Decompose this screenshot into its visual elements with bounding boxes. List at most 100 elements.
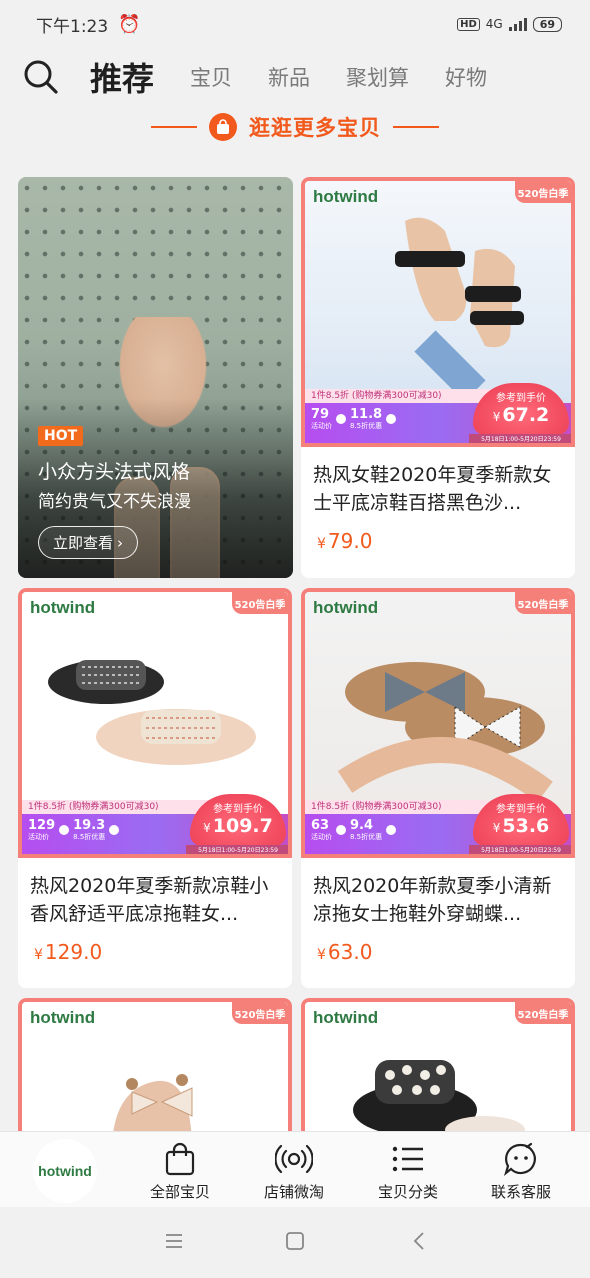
promo-date: 5月18日1:00-5月20日23:59 [186,845,288,854]
brand-logo: hotwind [313,1008,379,1027]
promo-tag: 520告白季 [515,181,571,203]
product-image: hotwind 520告白季 1件8.5折 (购物券满300可减30) 129 活… [18,588,292,858]
tab-bar: 推荐 宝贝 新品 聚划算 好物 [90,54,523,100]
tab-items[interactable]: 宝贝 [190,62,232,92]
list-icon [358,1140,458,1178]
brand-logo: hotwind [313,187,379,206]
promo-price-a: 79 [311,407,330,422]
hero-card[interactable]: HOT 小众方头法式风格 简约贵气又不失浪漫 立即查看 › [18,177,293,578]
product-card[interactable]: hotwind 520告白季 [301,998,575,1138]
banner-text: 逛逛更多宝贝 [249,116,381,140]
ref-price-bubble: 参考到手价 ¥53.6 5月18日1:00-5月20日23:59 [469,794,571,854]
product-title: 热风2020年新款夏季小清新凉拖女士拖鞋外穿蝴蝶... [313,875,552,925]
chevron-right-icon: › [117,533,124,552]
promo-label-a: 活动价 [311,422,332,430]
promo-tag: 520告白季 [232,592,288,614]
promo-date: 5月18日1:00-5月20日23:59 [469,434,571,443]
product-title: 热风2020年夏季新款凉鞋小香风舒适平底凉拖鞋女... [30,875,269,925]
tab-recommend[interactable]: 推荐 [90,54,154,100]
nav-shop-feed[interactable]: 店铺微淘 [244,1140,344,1202]
nav-label: 宝贝分类 [377,1183,438,1201]
divider-left [151,126,197,128]
view-now-button[interactable]: 立即查看 › [38,526,139,559]
status-time: 下午1:23 [36,16,109,37]
promo-tag: 520告白季 [515,1002,571,1024]
sandal-illustration [395,217,524,391]
product-card[interactable]: hotwind 520告白季 [18,998,292,1138]
menu-icon[interactable] [164,1231,184,1255]
equals-icon [109,824,120,835]
tab-new[interactable]: 新品 [268,62,310,92]
nav-label: 店铺微淘 [263,1183,324,1201]
promo-label-a: 活动价 [311,833,332,841]
product-image: hotwind 520告白季 [301,998,575,1138]
promo-price-b: 9.4 [350,818,374,833]
more-items-banner[interactable]: 逛逛更多宝贝 [0,110,590,144]
status-right: HD 4G 69 [457,16,562,32]
promo-price-a: 63 [311,818,330,833]
promo-note: 1件8.5折 (购物券满300可减30) [305,389,497,403]
shopping-bag-icon [130,1140,230,1178]
promo-note: 1件8.5折 (购物券满300可减30) [305,800,497,814]
hero-subtitle: 简约贵气又不失浪漫 [38,492,191,512]
shop-bottom-nav: hotwind 全部宝贝 店铺微淘 宝贝分类 联系客服 [0,1131,590,1207]
product-image: hotwind 520告白季 1件8.5折 (购物券满300可减30) 63 活动… [301,588,575,858]
minus-icon [336,413,346,424]
tab-good-items[interactable]: 好物 [445,62,487,92]
equals-icon [386,824,397,835]
ref-price-label: 参考到手价 [496,804,546,815]
product-image: hotwind 520告白季 1件8.5折 (购物券满300可减30) 79 活动… [301,177,575,447]
ref-price-value: 53.6 [502,815,550,837]
product-title: 热风女鞋2020年夏季新款女士平底凉鞋百搭黑色沙... [313,464,552,514]
slipper-illustration [48,660,256,765]
nav-label: 联系客服 [490,1183,551,1201]
ref-price-value: 67.2 [502,404,550,426]
ref-price-bubble: 参考到手价 ¥67.2 5月18日1:00-5月20日23:59 [469,383,571,443]
shopping-bag-icon [209,113,237,141]
equals-icon [386,413,397,424]
search-icon[interactable] [22,58,60,96]
nav-all-items[interactable]: 全部宝贝 [130,1140,230,1202]
minus-icon [336,824,346,835]
battery-icon: 69 [532,16,562,32]
promo-note: 1件8.5折 (购物券满300可减30) [22,800,214,814]
promo-label-b: 8.5折优惠 [350,422,383,430]
product-card[interactable]: hotwind 520告白季 1件8.5折 (购物券满300可减30) 129 活… [18,588,292,988]
brand-logo: hotwind [30,598,96,617]
hero-title: 小众方头法式风格 [38,461,191,483]
product-price: ¥129.0 [18,940,292,964]
ref-price-label: 参考到手价 [213,804,263,815]
product-price: ¥63.0 [301,940,575,964]
view-now-label: 立即查看 [53,534,114,552]
pearl-slipper-illustration [353,1060,525,1138]
ref-price-value: 109.7 [212,815,273,837]
price-value: 129.0 [44,940,103,964]
product-card[interactable]: hotwind 520告白季 1件8.5折 (购物券满300可减30) 63 活动… [301,588,575,988]
tab-juhuasuan[interactable]: 聚划算 [346,62,409,92]
shop-logo[interactable]: hotwind [33,1139,97,1203]
promo-label-b: 8.5折优惠 [350,833,383,841]
price-value: 79.0 [327,529,373,553]
promo-price-b: 11.8 [350,407,383,422]
price-value: 63.0 [327,940,373,964]
promo-tag: 520告白季 [232,1002,288,1024]
header: 推荐 宝贝 新品 聚划算 好物 [0,48,590,106]
system-nav-bar [0,1207,590,1278]
product-price: ¥79.0 [301,529,575,553]
ref-price-label: 参考到手价 [496,393,546,404]
chat-bubble-icon [471,1140,571,1178]
nav-categories[interactable]: 宝贝分类 [358,1140,458,1202]
brand-logo: hotwind [30,1008,96,1027]
promo-price-a: 129 [28,818,56,833]
nav-customer-service[interactable]: 联系客服 [471,1140,571,1202]
promo-label-a: 活动价 [28,833,49,841]
alarm-icon: ⏰ [118,13,141,35]
back-icon[interactable] [410,1231,430,1255]
product-image: hotwind 520告白季 [18,998,292,1138]
currency-symbol: ¥ [317,536,326,552]
divider-right [393,126,439,128]
promo-price-b: 19.3 [73,818,106,833]
home-icon[interactable] [285,1231,305,1255]
product-card[interactable]: hotwind 520告白季 1件8.5折 (购物券满300可减30) 79 活动… [301,177,575,578]
network-type: 4G [485,17,503,31]
